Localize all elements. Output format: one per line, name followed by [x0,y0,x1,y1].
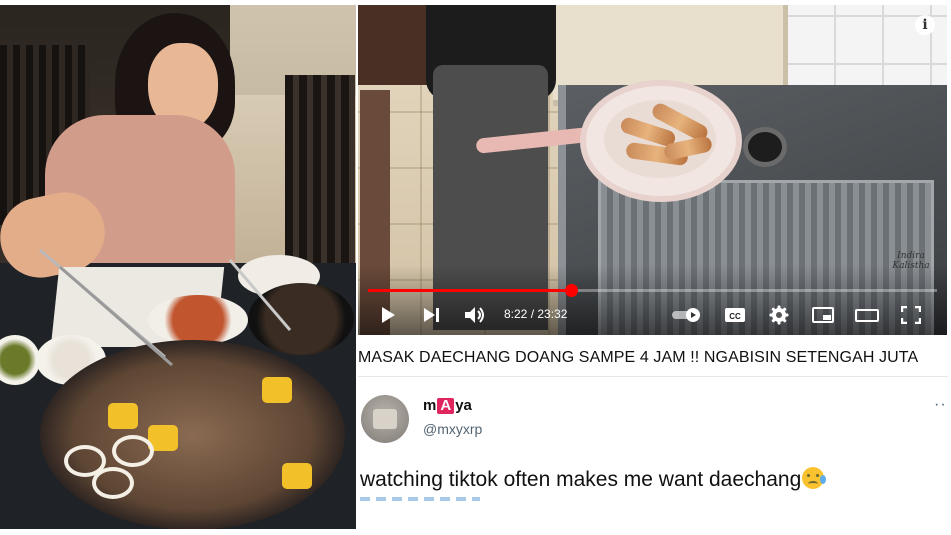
play-icon [382,307,395,323]
name-letter-badge: A [437,398,455,414]
player-controls: 8:22 / 23:32 CC [358,297,947,333]
woman-eating-grill-photo [0,5,356,529]
display-name-text: m Aya [423,397,472,414]
avatar-image [373,409,397,429]
fullscreen-button[interactable] [898,303,924,327]
tweet-handle[interactable]: @mxyxrp [423,421,482,437]
crying-face-emoji-icon [802,467,827,489]
tweet-display-name[interactable]: m Aya [423,397,472,414]
video-player[interactable]: i Indira Kalistha 8:22 / 23:32 [358,5,947,335]
miniplayer-icon [812,307,834,323]
tweet-body: watching tiktok often makes me want daec… [360,468,802,491]
next-icon [424,308,439,322]
svg-text:CC: CC [729,312,741,321]
pan-interior [604,100,716,178]
progress-scrubber-handle[interactable] [564,284,578,297]
next-button[interactable] [420,303,444,327]
video-title: MASAK DAECHANG DOANG SAMPE 4 JAM !! NGAB… [358,349,919,366]
cropped-link-text [360,497,480,501]
captions-button[interactable]: CC [722,303,748,327]
tweet-text: watching tiktok often makes me want daec… [360,467,827,492]
avatar[interactable] [361,395,409,443]
settings-gear-icon [769,305,789,325]
captions-icon: CC [725,308,745,322]
play-button[interactable] [376,303,400,327]
progress-bar[interactable] [368,284,937,297]
tear-drop [820,475,827,484]
autoplay-toggle-icon [672,308,700,322]
info-icon[interactable]: i [915,15,935,35]
section-divider [358,376,948,377]
time-display: 8:22 / 23:32 [504,307,568,321]
theater-mode-icon [855,309,879,322]
theater-mode-button[interactable] [854,303,880,327]
fullscreen-icon [901,306,921,324]
progress-bar-played [368,289,571,292]
more-options-icon[interactable]: ·· [934,396,947,414]
autoplay-toggle[interactable] [670,303,704,327]
volume-icon [465,307,484,323]
miniplayer-button[interactable] [810,303,836,327]
frying-pan [580,80,742,202]
gas-burner [743,127,787,167]
settings-button[interactable] [766,303,792,327]
volume-button[interactable] [462,303,488,327]
chopsticks [39,248,292,367]
